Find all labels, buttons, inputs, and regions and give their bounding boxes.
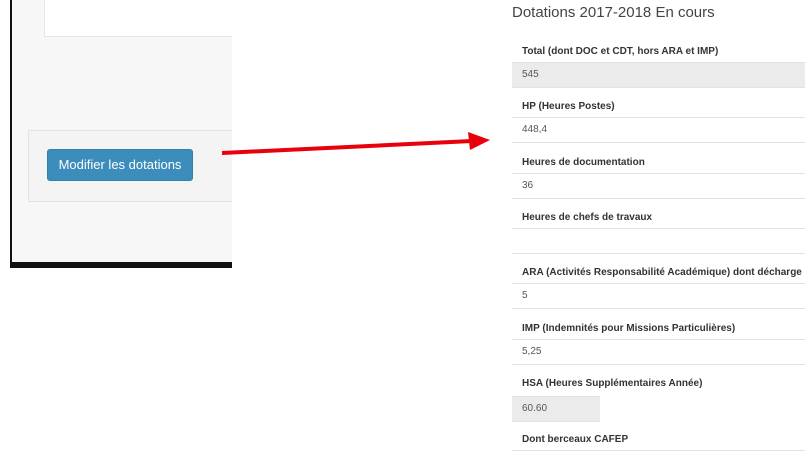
left-screenshot-panel: Modifier les dotations [10, 0, 232, 268]
input-ara[interactable]: 5 [512, 283, 805, 309]
modifier-dotations-button[interactable]: Modifier les dotations [47, 149, 193, 181]
label-total: Total (dont DOC et CDT, hors ARA et IMP) [522, 46, 719, 57]
action-card: Modifier les dotations [28, 130, 232, 202]
label-documentation: Heures de documentation [522, 157, 645, 168]
input-hsa[interactable]: 60.60 [512, 396, 600, 422]
top-card [44, 0, 232, 37]
red-arrow-icon [221, 132, 490, 155]
label-hp: HP (Heures Postes) [522, 101, 615, 112]
input-berceaux-cafep[interactable] [512, 450, 805, 476]
input-total[interactable]: 545 [512, 62, 805, 88]
input-documentation[interactable]: 36 [512, 173, 805, 199]
label-berceaux-cafep: Dont berceaux CAFEP [522, 434, 629, 445]
label-ara: ARA (Activités Responsabilité Académique… [522, 267, 805, 278]
label-hsa: HSA (Heures Supplémentaires Année) [522, 378, 703, 389]
label-imp: IMP (Indemnités pour Missions Particuliè… [522, 323, 736, 334]
input-hp[interactable]: 448,4 [512, 117, 805, 143]
input-chefs-travaux[interactable] [512, 228, 805, 254]
input-imp[interactable]: 5,25 [512, 339, 805, 365]
form-title: Dotations 2017-2018 En cours [512, 4, 715, 21]
label-chefs-travaux: Heures de chefs de travaux [522, 212, 653, 223]
